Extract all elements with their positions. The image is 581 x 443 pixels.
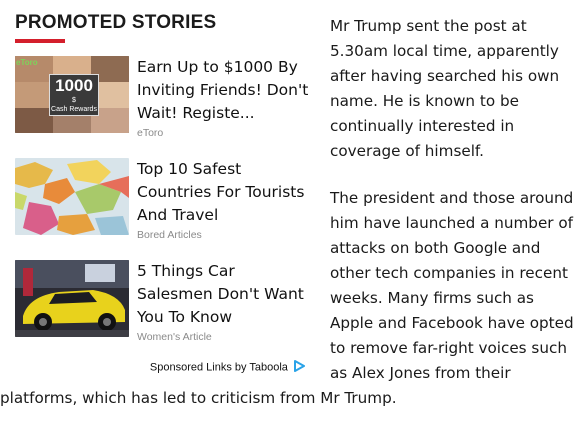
promoted-stories-widget: PROMOTED STORIES eToro 1000 $ Cash Rewar… [15,10,313,375]
story-title-link[interactable]: Top 10 Safest Countries For Tourists And… [137,158,313,227]
cash-reward-badge: 1000 $ Cash Rewards [49,74,99,116]
story-source: Women's Article [137,331,212,343]
world-map-image[interactable] [15,158,129,235]
sponsored-label[interactable]: Sponsored Links by Taboola [150,361,288,373]
promoted-story-card[interactable]: 5 Things Car Salesmen Don't Want You To … [15,260,313,350]
story-text: Earn Up to $1000 By Inviting Friends! Do… [137,56,313,139]
yellow-car-image[interactable] [15,260,129,337]
promoted-stories-heading: PROMOTED STORIES [15,12,217,33]
story-title-link[interactable]: Earn Up to $1000 By Inviting Friends! Do… [137,56,313,125]
sponsored-links-taboola[interactable]: Sponsored Links by Taboola [15,360,313,375]
story-text: Top 10 Safest Countries For Tourists And… [137,158,313,241]
taboola-play-icon[interactable] [294,360,305,375]
story-title-link[interactable]: 5 Things Car Salesmen Don't Want You To … [137,260,313,329]
story-source: eToro [137,127,164,139]
promoted-story-card[interactable]: Top 10 Safest Countries For Tourists And… [15,158,313,248]
story-source: Bored Articles [137,229,202,241]
story-text: 5 Things Car Salesmen Don't Want You To … [137,260,313,343]
world-map-graphic [15,158,129,235]
etoro-logo: eToro [16,58,38,67]
heading-accent-bar [15,39,65,43]
promoted-story-card[interactable]: eToro 1000 $ Cash Rewards Earn Up to $10… [15,56,313,146]
faces-grid-image[interactable]: eToro 1000 $ Cash Rewards [15,56,129,133]
car-graphic [15,260,129,337]
